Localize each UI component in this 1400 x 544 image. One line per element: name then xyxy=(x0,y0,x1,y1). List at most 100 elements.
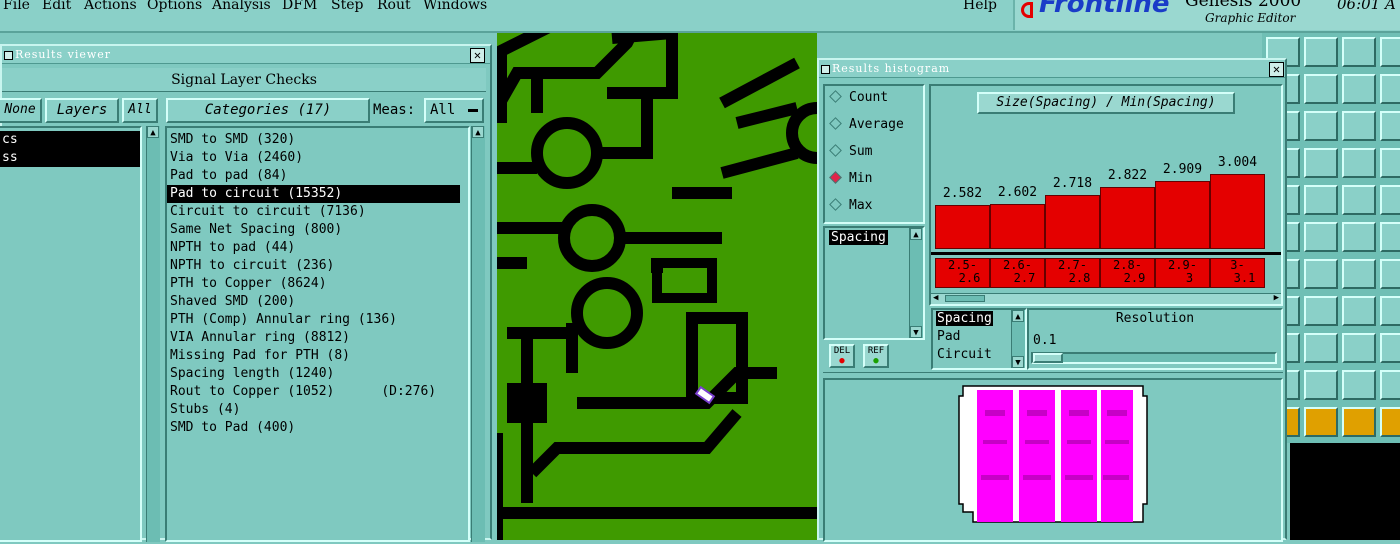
category-item[interactable]: Pad to circuit (15352) xyxy=(167,185,460,203)
category-item[interactable]: NPTH to pad (44) xyxy=(167,239,468,257)
category-item[interactable]: VIA Annular ring (8812) xyxy=(167,329,468,347)
menu-help[interactable]: Help xyxy=(963,0,997,13)
select-icon[interactable] xyxy=(1380,259,1400,289)
layers-list[interactable]: cs ss xyxy=(0,126,142,542)
histogram-bar[interactable] xyxy=(1210,174,1265,249)
flip-icon[interactable] xyxy=(1304,111,1338,141)
category-item[interactable]: Circuit to circuit (7136) xyxy=(167,203,468,221)
menu-file[interactable]: File xyxy=(3,0,30,13)
category-item[interactable]: Via to Via (2460) xyxy=(167,149,468,167)
bin-label[interactable]: 2.5- 2.6 xyxy=(935,258,990,288)
category-item[interactable]: Missing Pad for PTH (8) xyxy=(167,347,468,365)
menu-edit[interactable]: Edit xyxy=(42,0,71,13)
cut-icon[interactable] xyxy=(1380,407,1400,437)
menu-analysis[interactable]: Analysis xyxy=(212,0,271,13)
bin-label[interactable]: 2.6- 2.7 xyxy=(990,258,1045,288)
mode-radio-min[interactable]: Min xyxy=(829,171,872,186)
mode-radio-count[interactable]: Count xyxy=(829,90,888,105)
scroll-left-icon[interactable]: ◀ xyxy=(933,293,938,303)
save-icon[interactable] xyxy=(1304,296,1338,326)
layer-item[interactable]: ss xyxy=(0,149,140,167)
measure-item[interactable]: Spacing xyxy=(829,230,888,245)
size-list[interactable]: Spacing Pad Circuit ▲ ▼ xyxy=(931,308,1027,370)
pointer-icon[interactable] xyxy=(1342,259,1376,289)
layers-button[interactable]: Layers xyxy=(45,98,119,123)
shape-icon[interactable] xyxy=(1304,407,1338,437)
histogram-bar[interactable] xyxy=(1045,195,1100,249)
scroll-up-icon[interactable]: ▲ xyxy=(1012,310,1024,322)
size-scrollbar[interactable]: ▲ ▼ xyxy=(1011,310,1025,368)
ref-button[interactable]: REF ● xyxy=(863,344,889,368)
slice-icon[interactable] xyxy=(1342,185,1376,215)
results-viewer-titlebar[interactable]: Results viewer xyxy=(2,46,490,64)
menu-options[interactable]: Options xyxy=(147,0,202,13)
rotate-icon[interactable] xyxy=(1304,333,1338,363)
arc-icon[interactable] xyxy=(1380,185,1400,215)
all-layers-button[interactable]: All xyxy=(122,98,158,123)
category-item[interactable]: SMD to SMD (320) xyxy=(167,131,468,149)
net-icon[interactable] xyxy=(1380,111,1400,141)
categories-scrollbar[interactable]: ▲ xyxy=(471,126,485,542)
cut-icon[interactable] xyxy=(1380,148,1400,178)
category-item[interactable]: Pad to pad (84) xyxy=(167,167,468,185)
histogram-bar[interactable] xyxy=(935,205,990,249)
category-item[interactable]: Shaved SMD (200) xyxy=(167,293,468,311)
layers-scrollbar[interactable]: ▲ xyxy=(146,126,160,542)
category-item[interactable]: SMD to Pad (400) xyxy=(167,419,468,437)
category-item[interactable]: NPTH to circuit (236) xyxy=(167,257,468,275)
histogram-bar[interactable] xyxy=(1100,187,1155,249)
categories-list[interactable]: SMD to SMD (320) Via to Via (2460) Pad to … xyxy=(165,126,470,542)
size-item[interactable]: Circuit xyxy=(937,347,992,362)
slider-thumb[interactable] xyxy=(1033,353,1063,363)
home-icon[interactable] xyxy=(1342,296,1376,326)
bin-label[interactable]: 2.8- 2.9 xyxy=(1100,258,1155,288)
histogram-bar[interactable] xyxy=(990,204,1045,249)
scroll-right-icon[interactable]: ▶ xyxy=(1274,293,1279,303)
chart-hscroll[interactable]: ◀ ▶ xyxy=(931,293,1281,304)
snapshot-icon[interactable] xyxy=(1342,74,1376,104)
mode-radio-average[interactable]: Average xyxy=(829,117,904,132)
triangle-icon[interactable] xyxy=(1304,259,1338,289)
grid-icon[interactable] xyxy=(1342,370,1376,400)
menu-dfm[interactable]: DFM xyxy=(282,0,317,13)
layer-item[interactable]: cs xyxy=(0,131,140,149)
snapshot-icon[interactable] xyxy=(1342,333,1376,363)
measure-scrollbar[interactable]: ▲ ▼ xyxy=(909,228,923,338)
size-item[interactable]: Pad xyxy=(937,329,960,344)
categories-button[interactable]: Categories (17) xyxy=(166,98,370,123)
menu-rout[interactable]: Rout xyxy=(377,0,411,13)
line-icon[interactable] xyxy=(1380,222,1400,252)
net-icon[interactable] xyxy=(1380,370,1400,400)
bin-label[interactable]: 2.9- 3 xyxy=(1155,258,1210,288)
shape-icon[interactable] xyxy=(1304,148,1338,178)
window-menu-icon[interactable] xyxy=(821,64,830,74)
grid-icon[interactable] xyxy=(1342,111,1376,141)
mirror-icon[interactable] xyxy=(1304,222,1338,252)
center-icon[interactable] xyxy=(1380,333,1400,363)
point-icon[interactable] xyxy=(1304,185,1338,215)
meas-dropdown[interactable]: All xyxy=(424,98,484,123)
resolution-slider[interactable] xyxy=(1031,352,1277,364)
window-menu-icon[interactable] xyxy=(4,50,13,60)
del-button[interactable]: DEL ● xyxy=(829,344,855,368)
ruler-icon[interactable] xyxy=(1342,407,1376,437)
bin-label[interactable]: 2.7- 2.8 xyxy=(1045,258,1100,288)
board-preview[interactable] xyxy=(823,378,1283,542)
flip-icon[interactable] xyxy=(1304,370,1338,400)
measure-list[interactable]: Spacing ▲ ▼ xyxy=(823,226,925,340)
size-item[interactable]: Spacing xyxy=(936,311,993,326)
category-item[interactable]: PTH (Comp) Annular ring (136) xyxy=(167,311,468,329)
measure-icon[interactable] xyxy=(1342,222,1376,252)
mode-radio-max[interactable]: Max xyxy=(829,198,872,213)
scroll-thumb[interactable] xyxy=(945,295,985,302)
close-icon[interactable]: ✕ xyxy=(470,48,485,63)
scroll-up-icon[interactable]: ▲ xyxy=(910,228,922,240)
category-item[interactable]: Rout to Copper (1052) (D:276) xyxy=(167,383,468,401)
category-item[interactable]: Same Net Spacing (800) xyxy=(167,221,468,239)
pan-icon[interactable] xyxy=(1380,296,1400,326)
center-icon[interactable] xyxy=(1380,74,1400,104)
none-button[interactable]: None xyxy=(0,98,42,123)
home-icon[interactable] xyxy=(1342,37,1376,67)
category-item[interactable]: Stubs (4) xyxy=(167,401,468,419)
pcb-canvas[interactable] xyxy=(497,33,817,540)
